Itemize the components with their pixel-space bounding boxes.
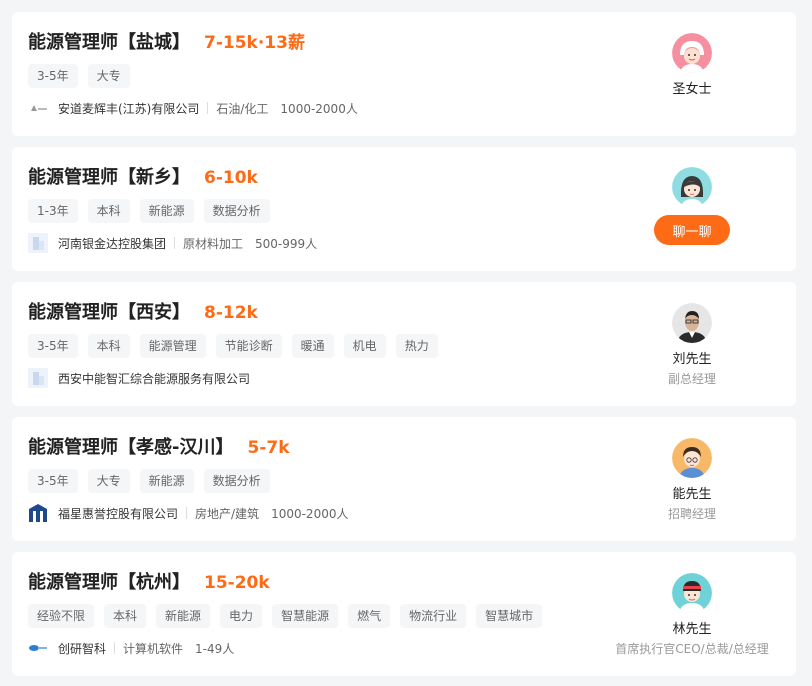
job-salary: 15-20k xyxy=(204,573,270,593)
recruiter-name: 圣女士 xyxy=(672,82,712,97)
divider xyxy=(186,507,188,519)
recruiter-name: 林先生 xyxy=(672,622,712,637)
recruiter-name: 刘先生 xyxy=(672,352,712,367)
job-tag: 机电 xyxy=(343,334,386,358)
job-tag: 本科 xyxy=(87,334,130,358)
job-tag: 节能诊断 xyxy=(215,334,282,358)
avatar xyxy=(672,573,712,613)
divider xyxy=(207,102,209,114)
chat-button[interactable]: 聊一聊 xyxy=(654,215,730,245)
company-logo-icon xyxy=(28,98,48,118)
job-salary: 5-7k xyxy=(247,438,290,458)
company-name[interactable]: 安道麦辉丰(江苏)有限公司 xyxy=(58,100,199,117)
job-salary: 8-12k xyxy=(204,303,258,323)
recruiter-title: 首席执行官CEO/总裁/总经理 xyxy=(615,642,769,656)
divider xyxy=(174,237,176,249)
avatar xyxy=(672,438,712,478)
recruiter-info[interactable]: 刘先生 副总经理 xyxy=(612,303,772,387)
job-tag: 本科 xyxy=(104,604,147,628)
job-card[interactable]: 能源管理师【杭州】 15-20k 经验不限 本科 新能源 电力 智慧能源 燃气 … xyxy=(12,552,796,676)
job-card[interactable]: 能源管理师【孝感-汉川】 5-7k 3-5年 大专 新能源 数据分析 福星惠誉控… xyxy=(12,417,796,541)
company-size: 1000-2000人 xyxy=(271,506,349,521)
job-tag: 物流行业 xyxy=(400,604,467,628)
recruiter-info[interactable]: 圣女士 xyxy=(612,33,772,97)
company-logo-icon xyxy=(28,368,48,388)
recruiter-info[interactable]: 林先生 首席执行官CEO/总裁/总经理 xyxy=(612,573,772,657)
company-name[interactable]: 创研智科 xyxy=(58,640,106,657)
job-tag: 电力 xyxy=(220,604,263,628)
job-tag: 3-5年 xyxy=(28,334,78,358)
job-title[interactable]: 能源管理师【盐城】 xyxy=(28,28,190,54)
company-logo-icon xyxy=(28,503,48,523)
avatar xyxy=(672,33,712,73)
job-title[interactable]: 能源管理师【西安】 xyxy=(28,298,190,324)
job-salary: 7-15k·13薪 xyxy=(204,33,305,53)
job-tag: 大专 xyxy=(87,469,130,493)
job-tag: 1-3年 xyxy=(28,199,78,223)
recruiter-name: 能先生 xyxy=(672,487,712,502)
company-logo-icon xyxy=(28,233,48,253)
divider xyxy=(114,642,116,654)
job-tag: 新能源 xyxy=(139,199,194,223)
recruiter-title: 副总经理 xyxy=(667,372,716,386)
company-industry: 计算机软件 xyxy=(123,641,184,656)
recruiter-title: 招聘经理 xyxy=(667,507,716,521)
company-name[interactable]: 福星惠誉控股有限公司 xyxy=(58,505,178,522)
job-tag: 智慧城市 xyxy=(476,604,543,628)
recruiter-info[interactable]: 聊一聊 xyxy=(612,167,772,245)
job-card[interactable]: 能源管理师【盐城】 7-15k·13薪 3-5年 大专 安道麦辉丰(江苏)有限公… xyxy=(12,12,796,136)
job-title[interactable]: 能源管理师【孝感-汉川】 xyxy=(28,433,233,459)
job-tag: 新能源 xyxy=(156,604,211,628)
company-name[interactable]: 西安中能智汇综合能源服务有限公司 xyxy=(58,370,250,387)
job-tag: 大专 xyxy=(87,64,130,88)
job-tag: 本科 xyxy=(87,199,130,223)
job-tag: 暖通 xyxy=(291,334,334,358)
company-industry: 石油/化工 xyxy=(216,101,269,116)
company-industry: 房地产/建筑 xyxy=(195,506,260,521)
job-tag: 智慧能源 xyxy=(272,604,339,628)
job-tag: 经验不限 xyxy=(28,604,95,628)
recruiter-info[interactable]: 能先生 招聘经理 xyxy=(612,438,772,522)
job-card[interactable]: 能源管理师【西安】 8-12k 3-5年 本科 能源管理 节能诊断 暖通 机电 … xyxy=(12,282,796,406)
job-card[interactable]: 能源管理师【新乡】 6-10k 1-3年 本科 新能源 数据分析 河南银金达控股… xyxy=(12,147,796,271)
job-salary: 6-10k xyxy=(204,168,258,188)
company-size: 1-49人 xyxy=(195,641,235,656)
job-tag: 热力 xyxy=(395,334,438,358)
job-tag: 能源管理 xyxy=(139,334,206,358)
job-tag: 数据分析 xyxy=(203,199,270,223)
company-size: 1000-2000人 xyxy=(280,101,358,116)
company-size: 500-999人 xyxy=(255,236,318,251)
company-logo-icon xyxy=(28,638,48,658)
job-tag: 燃气 xyxy=(348,604,391,628)
job-tag: 3-5年 xyxy=(28,469,78,493)
avatar xyxy=(672,167,712,207)
company-industry: 原材料加工 xyxy=(183,236,244,251)
job-tag: 数据分析 xyxy=(203,469,270,493)
avatar xyxy=(672,303,712,343)
job-tag: 新能源 xyxy=(139,469,194,493)
job-tag: 3-5年 xyxy=(28,64,78,88)
job-title[interactable]: 能源管理师【新乡】 xyxy=(28,163,190,189)
job-title[interactable]: 能源管理师【杭州】 xyxy=(28,568,190,594)
company-name[interactable]: 河南银金达控股集团 xyxy=(58,235,166,252)
